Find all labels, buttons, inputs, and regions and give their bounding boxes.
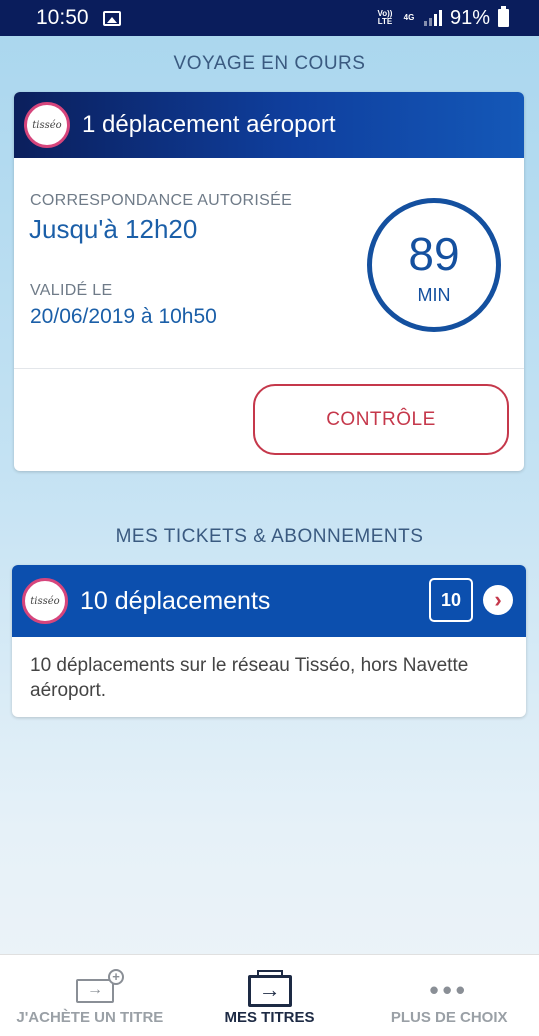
validated-value: 20/06/2019 à 10h50 bbox=[30, 305, 217, 328]
ticket-header: tisséo 10 déplacements 10 › bbox=[12, 565, 526, 637]
status-bar: 10:50 Vo)) LTE 4G 91% bbox=[0, 0, 539, 36]
clock: 10:50 bbox=[36, 6, 89, 29]
buy-ticket-icon: → + bbox=[76, 969, 124, 1003]
countdown-unit: MIN bbox=[417, 285, 451, 305]
validated-label: VALIDÉ LE bbox=[30, 282, 113, 299]
signal-icon bbox=[423, 10, 442, 26]
volte-indicator: Vo)) LTE bbox=[377, 9, 393, 26]
nav-more-choices[interactable]: ••• PLUS DE CHOIX bbox=[359, 955, 539, 1036]
countdown-circle: 89 MIN bbox=[367, 198, 501, 332]
current-trip-card: tisséo 1 déplacement aéroport CORRESPOND… bbox=[14, 92, 524, 471]
tickets-heading: MES TICKETS & ABONNEMENTS bbox=[115, 526, 424, 547]
network-type: 4G bbox=[403, 13, 415, 22]
nav-label: J'ACHÈTE UN TITRE bbox=[16, 1009, 164, 1026]
ticket-card[interactable]: tisséo 10 déplacements 10 › 10 déplaceme… bbox=[12, 565, 526, 717]
card-divider bbox=[14, 368, 524, 369]
more-dots-icon: ••• bbox=[429, 975, 469, 1005]
current-trip-heading: VOYAGE EN COURS bbox=[173, 53, 366, 74]
trip-title: 1 déplacement aéroport bbox=[82, 111, 336, 138]
tisseo-logo: tisséo bbox=[22, 578, 68, 624]
chevron-right-icon[interactable]: › bbox=[483, 585, 513, 615]
nav-label: PLUS DE CHOIX bbox=[390, 1009, 508, 1026]
battery-icon bbox=[498, 6, 509, 27]
ticket-title: 10 déplacements bbox=[80, 586, 271, 615]
my-tickets-icon: → bbox=[247, 970, 292, 1007]
nav-buy-ticket[interactable]: → + J'ACHÈTE UN TITRE bbox=[0, 955, 180, 1036]
logo-text: tisséo bbox=[30, 595, 60, 607]
tisseo-logo: tisséo bbox=[24, 102, 70, 148]
control-button[interactable]: CONTRÔLE bbox=[253, 384, 509, 455]
bottom-navigation: → + J'ACHÈTE UN TITRE → MES TITRES ••• PL… bbox=[0, 954, 539, 1036]
countdown-value: 89 bbox=[408, 228, 460, 280]
image-notification-icon bbox=[102, 10, 121, 26]
ticket-count-badge: 10 bbox=[429, 578, 473, 622]
nav-label: MES TITRES bbox=[224, 1009, 315, 1026]
logo-text: tisséo bbox=[32, 119, 62, 131]
transfer-value: Jusqu'à 12h20 bbox=[29, 214, 198, 244]
ticket-description: 10 déplacements sur le réseau Tisséo, ho… bbox=[30, 655, 469, 701]
transfer-label: CORRESPONDANCE AUTORISÉE bbox=[30, 192, 293, 209]
nav-my-tickets[interactable]: → MES TITRES bbox=[180, 955, 360, 1036]
battery-percent: 91% bbox=[449, 6, 490, 29]
current-trip-header: tisséo 1 déplacement aéroport bbox=[14, 92, 524, 158]
